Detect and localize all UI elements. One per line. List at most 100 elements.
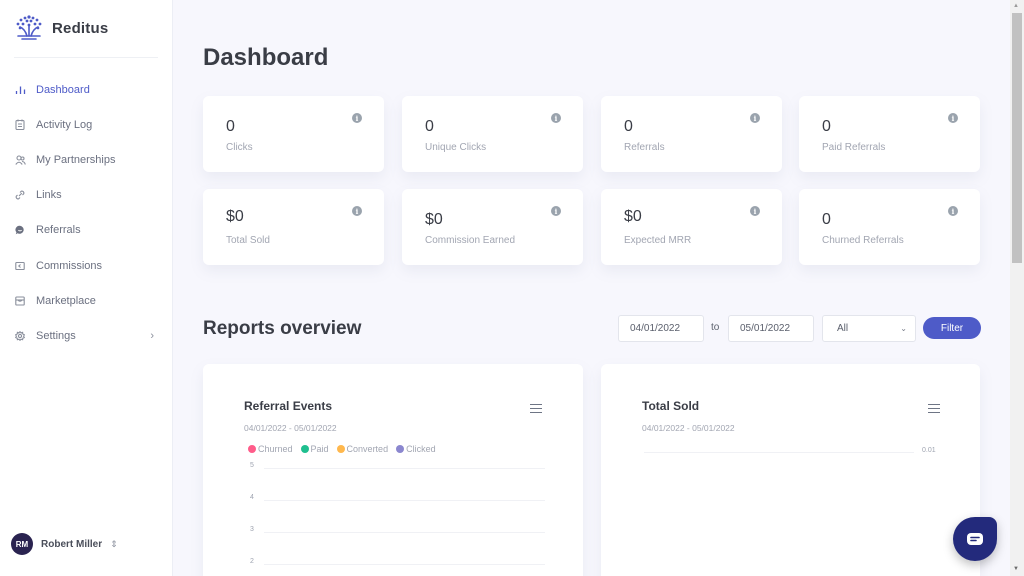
- user-menu[interactable]: RM Robert Miller ⇕: [11, 533, 118, 555]
- grid-line: [264, 564, 545, 565]
- stat-value: $0: [624, 208, 642, 225]
- y-tick: 5: [250, 462, 254, 469]
- brand[interactable]: Reditus: [14, 14, 108, 42]
- chart-menu-icon[interactable]: [928, 404, 940, 413]
- bar-chart-icon: [14, 84, 26, 96]
- scroll-up-arrow-icon[interactable]: ▲: [1013, 3, 1019, 9]
- brand-divider: [14, 57, 158, 58]
- stat-label: Commission Earned: [425, 235, 516, 246]
- sidebar-item-label: Dashboard: [36, 83, 90, 96]
- legend-dot: [248, 445, 256, 453]
- chart-subtitle: 04/01/2022 - 05/01/2022: [642, 423, 735, 433]
- avatar: RM: [11, 533, 33, 555]
- legend-dot: [300, 445, 309, 453]
- legend-dot: [396, 445, 405, 453]
- sidebar-item-settings[interactable]: Settings ›: [0, 318, 172, 353]
- sidebar-item-activity-log[interactable]: Activity Log: [0, 107, 172, 142]
- info-icon[interactable]: i: [551, 206, 561, 216]
- info-icon[interactable]: i: [750, 113, 760, 123]
- info-icon[interactable]: i: [352, 113, 362, 123]
- scroll-thumb[interactable]: [1012, 13, 1022, 263]
- stat-card-unique-clicks: 0 Unique Clicks i: [402, 96, 583, 172]
- tree-logo-icon: [16, 15, 42, 40]
- y-tick: 2: [250, 558, 254, 565]
- grid-line: [264, 500, 545, 501]
- page-scrollbar[interactable]: ▲ ▼: [1010, 0, 1024, 576]
- grid-line: [264, 468, 545, 469]
- sidebar-item-referrals[interactable]: Referrals: [0, 213, 172, 248]
- stat-value: 0: [822, 211, 831, 228]
- date-to-input[interactable]: 05/01/2022: [728, 315, 814, 342]
- stat-card-total-sold: $0 Total Sold i: [203, 189, 384, 265]
- chat-icon: [967, 533, 983, 545]
- stat-value: 0: [425, 118, 434, 135]
- stat-value: 0: [624, 118, 633, 135]
- date-from-input[interactable]: 04/01/2022: [618, 315, 704, 342]
- chat-launcher-button[interactable]: [953, 517, 997, 561]
- stat-card-clicks: 0 Clicks i: [203, 96, 384, 172]
- grid-line: [644, 452, 914, 453]
- info-icon[interactable]: i: [948, 206, 958, 216]
- sidebar-item-marketplace[interactable]: Marketplace: [0, 283, 172, 318]
- info-icon[interactable]: i: [551, 113, 561, 123]
- chart-title: Total Sold: [642, 399, 700, 413]
- legend-label: Converted: [346, 444, 389, 454]
- stat-card-referrals: 0 Referrals i: [601, 96, 782, 172]
- stat-value: 0: [226, 118, 235, 135]
- legend-item-paid[interactable]: Paid: [300, 444, 329, 454]
- stat-label: Expected MRR: [624, 235, 692, 246]
- y-tick: 0.01: [922, 447, 936, 454]
- select-value: All: [837, 323, 849, 334]
- page-title: Dashboard: [203, 44, 329, 71]
- sidebar-item-label: My Partnerships: [36, 153, 116, 166]
- legend-item-clicked[interactable]: Clicked: [396, 444, 436, 454]
- chevron-down-icon: ⌄: [900, 324, 907, 333]
- brand-name: Reditus: [52, 19, 109, 37]
- chevron-right-icon: ›: [150, 329, 154, 342]
- stat-card-paid-referrals: 0 Paid Referrals i: [799, 96, 980, 172]
- reports-title: Reports overview: [203, 318, 362, 339]
- legend-item-churned[interactable]: Churned: [248, 444, 293, 454]
- chart-subtitle: 04/01/2022 - 05/01/2022: [244, 423, 337, 433]
- to-label: to: [711, 322, 720, 333]
- chart-legend: Churned Paid Converted Clicked: [248, 444, 436, 454]
- clipboard-icon: [14, 119, 26, 131]
- stat-label: Total Sold: [226, 235, 270, 246]
- scroll-down-arrow-icon[interactable]: ▼: [1013, 566, 1019, 572]
- chart-menu-icon[interactable]: [530, 404, 542, 413]
- info-icon[interactable]: i: [352, 206, 362, 216]
- chevron-updown-icon: ⇕: [110, 538, 118, 549]
- info-icon[interactable]: i: [750, 206, 760, 216]
- legend-label: Clicked: [406, 444, 436, 454]
- legend-dot: [336, 445, 345, 453]
- y-tick: 3: [250, 526, 254, 533]
- sidebar-item-my-partnerships[interactable]: My Partnerships: [0, 142, 172, 177]
- sidebar-item-label: Settings: [36, 329, 76, 342]
- users-icon: [14, 154, 26, 166]
- stat-card-expected-mrr: $0 Expected MRR i: [601, 189, 782, 265]
- sidebar: Reditus Dashboard Activity Log My Partne…: [0, 0, 173, 576]
- store-icon: [14, 295, 26, 307]
- stat-label: Unique Clicks: [425, 142, 487, 153]
- chat-bubble-icon: [14, 224, 26, 236]
- stat-label: Paid Referrals: [822, 142, 886, 153]
- stat-label: Referrals: [624, 142, 665, 153]
- stat-label: Clicks: [226, 142, 253, 153]
- legend-label: Churned: [258, 444, 293, 454]
- link-icon: [14, 189, 26, 201]
- sidebar-item-dashboard[interactable]: Dashboard: [0, 72, 172, 107]
- legend-item-converted[interactable]: Converted: [336, 444, 389, 454]
- sidebar-item-links[interactable]: Links: [0, 178, 172, 213]
- stat-card-commission-earned: $0 Commission Earned i: [402, 189, 583, 265]
- sidebar-item-commissions[interactable]: Commissions: [0, 248, 172, 283]
- filter-button[interactable]: Filter: [923, 317, 981, 339]
- total-sold-chart: Total Sold 04/01/2022 - 05/01/2022 0.01: [601, 364, 980, 576]
- sidebar-item-label: Activity Log: [36, 118, 93, 131]
- wallet-icon: [14, 260, 26, 272]
- y-tick: 4: [250, 494, 254, 501]
- info-icon[interactable]: i: [948, 113, 958, 123]
- stat-value: 0: [822, 118, 831, 135]
- chart-title: Referral Events: [244, 399, 333, 413]
- type-select[interactable]: All ⌄: [822, 315, 916, 342]
- stat-card-churned-referrals: 0 Churned Referrals i: [799, 189, 980, 265]
